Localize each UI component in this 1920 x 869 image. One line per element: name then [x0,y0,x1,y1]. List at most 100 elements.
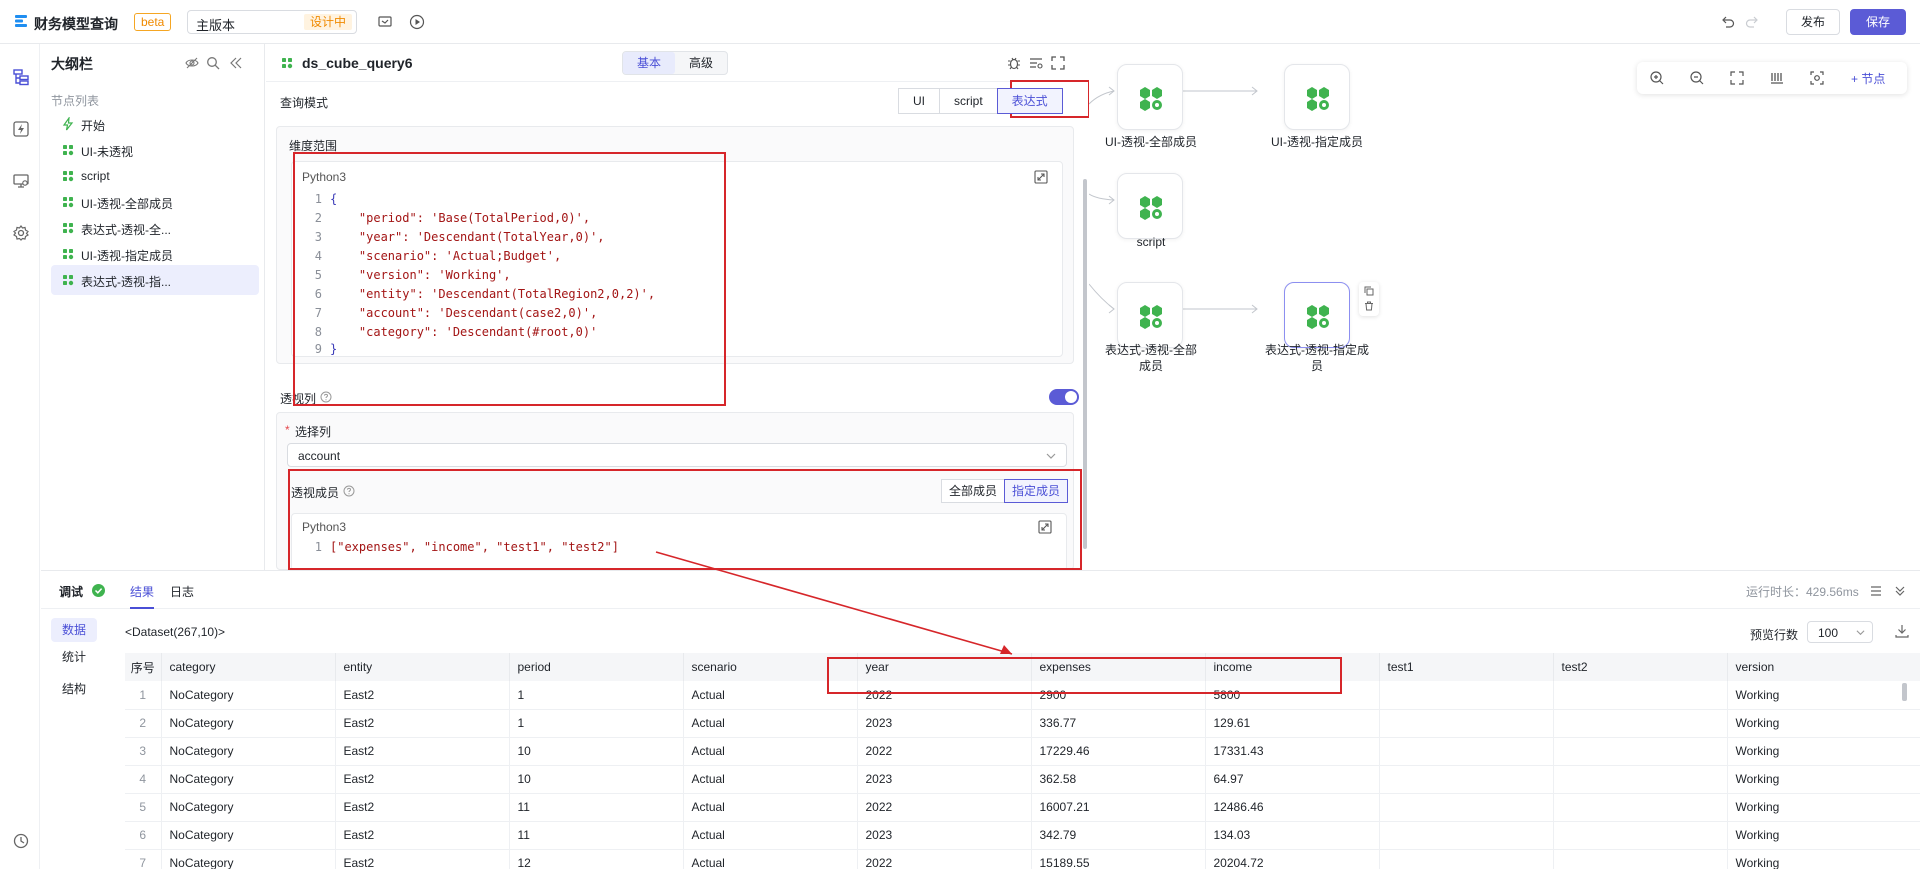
search-icon[interactable] [206,56,220,70]
flow-node-script[interactable] [1117,173,1183,239]
debug-bug-icon[interactable] [1006,55,1022,71]
version-state-badge: 设计中 [303,14,352,30]
dimension-code-editor[interactable]: Python3 1{ 2 "period": 'Base(TotalPeriod… [291,161,1063,357]
zoom-out-icon[interactable] [1689,70,1705,86]
flow-node-label: UI-透视-全部成员 [1105,135,1197,149]
flow-node-ui-pivot-specified[interactable] [1284,64,1350,130]
pivot-column-toggle[interactable] [1049,389,1079,405]
layout-columns-icon[interactable] [1769,70,1785,86]
expand-editor-icon[interactable] [1038,520,1052,534]
tab-result[interactable]: 结果 [130,583,154,600]
event-icon[interactable] [12,120,30,138]
preview-icon[interactable] [377,14,393,30]
select-column-dropdown[interactable]: account [287,443,1067,467]
flow-node-expr-pivot-specified[interactable] [1284,282,1350,348]
table-cell [1553,737,1728,766]
add-node-button[interactable]: + 节点 [1851,70,1885,87]
table-cell: 2023 [857,765,1032,794]
list-settings-icon[interactable] [1028,55,1044,71]
table-row[interactable]: 2 NoCategory East2 1 Actual 2023 336.77 129.61 W… [125,709,1920,738]
top-bar: 财务模型查询 beta 主版本 设计中 发布 保存 [0,0,1920,44]
focus-target-icon[interactable] [1809,70,1825,86]
table-scrollbar[interactable] [1902,683,1907,701]
members-code-editor[interactable]: Python3 1 ["expenses", "income", "test1",… [291,513,1067,571]
column-header[interactable]: category [161,653,336,681]
table-row[interactable]: 3 NoCategory East2 10 Actual 2022 17229.46 1733… [125,737,1920,766]
preview-rows-select[interactable]: 100 [1807,621,1873,643]
column-header[interactable]: entity [335,653,510,681]
column-header[interactable]: test1 [1379,653,1554,681]
table-row[interactable]: 7 NoCategory East2 12 Actual 2022 15189.55 2020… [125,849,1920,869]
download-icon[interactable] [1895,624,1909,638]
table-cell: Working [1727,765,1920,794]
collapse-panel-icon[interactable] [229,56,243,70]
column-header[interactable]: income [1205,653,1380,681]
collapse-down-icon[interactable] [1893,584,1907,598]
table-cell: 342.79 [1031,821,1206,850]
flow-node-ui-pivot-all[interactable] [1117,64,1183,130]
mode-script[interactable]: script [939,88,998,114]
publish-button[interactable]: 发布 [1786,9,1840,35]
code-line: 4 "scenario": 'Actual;Budget', [314,249,562,263]
query-mode-switch: UI script 表达式 [898,88,1063,114]
tab-advanced[interactable]: 高级 [675,52,727,74]
runtime-text: 运行时长：429.56ms [1746,585,1859,599]
help-icon[interactable] [343,485,355,497]
members-editor-language: Python3 [302,520,347,534]
table-row[interactable]: 6 NoCategory East2 11 Actual 2023 342.79 134.03… [125,821,1920,850]
table-row[interactable]: 1 NoCategory East2 1 Actual 2022 2900 5800 Worki… [125,681,1920,710]
flow-canvas[interactable]: + 节点 UI-透视-全部成员 UI-透视-指定成员 script 表达式-透视… [1089,44,1920,570]
select-column-value: account [298,449,341,463]
tab-basic[interactable]: 基本 [623,52,676,74]
table-row[interactable]: 4 NoCategory East2 10 Actual 2023 362.58 64.97 W… [125,765,1920,794]
undo-icon[interactable] [1720,14,1736,30]
table-cell: NoCategory [161,821,336,850]
side-tab-data[interactable]: 数据 [51,618,97,642]
column-header[interactable]: 序号 [125,653,162,681]
column-header[interactable]: scenario [683,653,858,681]
dimension-scope-label: 维度范围 [289,139,338,153]
outline-item-expr-pivot-specified[interactable]: 表达式-透视-指... [51,265,259,295]
run-icon[interactable] [409,14,425,30]
fit-view-icon[interactable] [1729,70,1745,86]
column-header[interactable]: year [857,653,1032,681]
column-header[interactable]: period [509,653,684,681]
table-row[interactable]: 5 NoCategory East2 11 Actual 2022 16007.21 1248… [125,793,1920,822]
cube-node-icon [1140,196,1162,220]
node-name: ds_cube_query6 [302,55,413,71]
dataset-info: <Dataset(267,10)> [125,625,226,639]
table-cell: 11 [509,793,684,822]
table-cell: 6 [125,821,162,850]
properties-panel: ds_cube_query6 基本 高级 查询模式 UI script 表达式 … [266,44,1090,571]
delete-trash-icon[interactable] [1364,301,1374,311]
member-mode-specified[interactable]: 指定成员 [1004,479,1069,503]
table-cell [1553,793,1728,822]
column-header[interactable]: test2 [1553,653,1728,681]
settings-gear-icon[interactable] [12,224,30,242]
side-tab-stats[interactable]: 统计 [51,645,97,669]
expand-editor-icon[interactable] [1034,170,1048,184]
redo-icon[interactable] [1744,14,1760,30]
copy-icon[interactable] [1364,286,1374,296]
tab-log[interactable]: 日志 [170,583,194,600]
table-cell: Working [1727,849,1920,869]
help-icon[interactable] [320,391,332,403]
version-selector[interactable]: 主版本 设计中 [187,10,357,34]
visibility-eye-icon[interactable] [185,56,199,70]
fullscreen-icon[interactable] [1050,55,1066,71]
properties-scrollbar[interactable] [1083,179,1087,549]
member-mode-all[interactable]: 全部成员 [941,479,1006,503]
side-tab-structure[interactable]: 结构 [51,677,97,701]
save-button[interactable]: 保存 [1850,9,1906,35]
zoom-in-icon[interactable] [1649,70,1665,86]
column-header[interactable]: version [1727,653,1920,681]
panel-layout-icon[interactable] [1869,584,1883,598]
outline-tree-icon[interactable] [12,68,30,86]
column-header[interactable]: expenses [1031,653,1206,681]
history-icon[interactable] [12,832,30,850]
table-cell: 16007.21 [1031,793,1206,822]
flow-node-expr-pivot-all[interactable] [1117,282,1183,348]
mode-expression[interactable]: 表达式 [996,88,1063,114]
mode-ui[interactable]: UI [898,88,940,114]
monitor-icon[interactable] [12,172,30,190]
